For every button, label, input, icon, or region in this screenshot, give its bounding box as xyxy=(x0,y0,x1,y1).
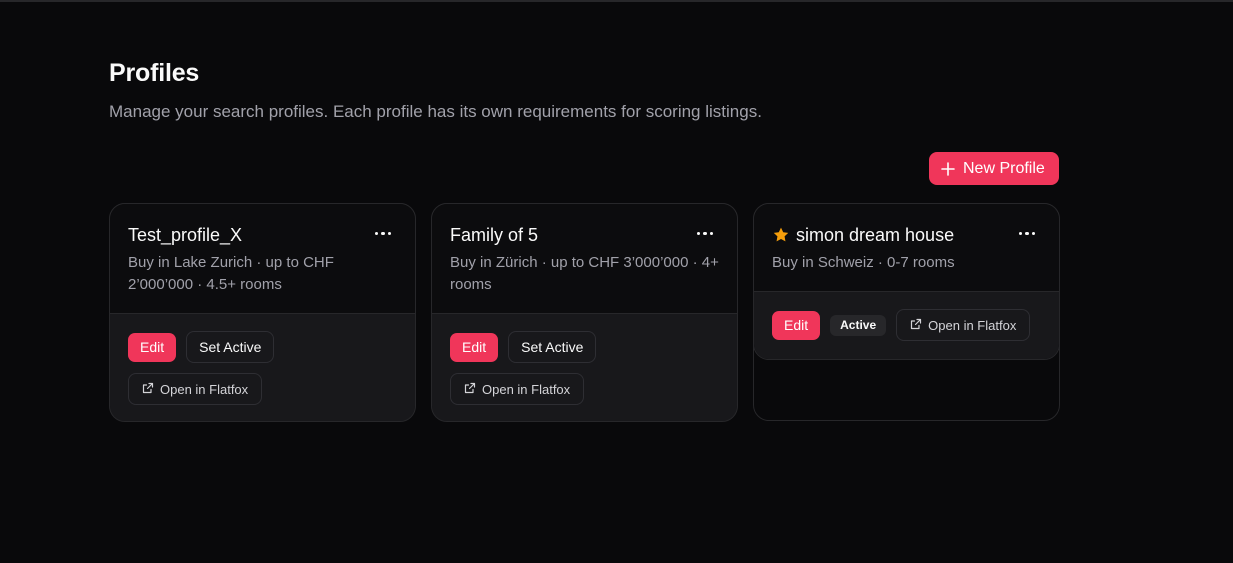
external-link-icon xyxy=(464,382,476,397)
profile-summary: Buy in Schweiz · 0-7 rooms xyxy=(772,254,955,271)
plus-icon xyxy=(941,161,955,176)
open-in-flatfox-button[interactable]: Open in Flatfox xyxy=(128,373,263,405)
page-subtitle: Manage your search profiles. Each profil… xyxy=(109,102,762,121)
profile-summary: Buy in Zürich · up to CHF 3’000’000 · 4+… xyxy=(450,254,719,293)
star-icon xyxy=(772,226,790,244)
profile-card-active: simon dream house Buy in Schweiz · 0-7 r… xyxy=(753,203,1060,421)
profile-name: simon dream house xyxy=(772,224,1041,246)
profile-card: Family of 5 Buy in Zürich · up to CHF 3’… xyxy=(431,203,738,422)
profile-card-header: Family of 5 Buy in Zürich · up to CHF 3’… xyxy=(432,204,737,313)
profile-name: Family of 5 xyxy=(450,224,719,246)
page-title: Profiles xyxy=(109,59,200,87)
profile-summary: Buy in Lake Zurich · up to CHF 2’000’000… xyxy=(128,254,334,293)
toolbar: New Profile xyxy=(929,152,1059,185)
profile-name-text: simon dream house xyxy=(796,225,955,245)
profile-name: Test_profile_X xyxy=(128,224,397,246)
profile-card-actions: Edit Set Active Open in Flatfox xyxy=(432,313,737,421)
top-border xyxy=(0,0,1233,2)
set-active-button[interactable]: Set Active xyxy=(186,331,275,363)
more-horizontal-icon[interactable] xyxy=(1018,232,1035,236)
edit-button[interactable]: Edit xyxy=(128,332,177,362)
profile-card-body: simon dream house Buy in Schweiz · 0-7 r… xyxy=(753,203,1060,360)
open-in-flatfox-button[interactable]: Open in Flatfox xyxy=(896,309,1031,341)
more-horizontal-icon[interactable] xyxy=(374,232,391,236)
profile-card-actions: Edit Active Open in Flatfox xyxy=(754,291,1059,359)
more-horizontal-icon[interactable] xyxy=(696,232,713,236)
set-active-button[interactable]: Set Active xyxy=(508,331,597,363)
profile-card-header: simon dream house Buy in Schweiz · 0-7 r… xyxy=(754,204,1059,291)
new-profile-button[interactable]: New Profile xyxy=(929,152,1059,185)
profile-card-header: Test_profile_X Buy in Lake Zurich · up t… xyxy=(110,204,415,313)
open-in-flatfox-button[interactable]: Open in Flatfox xyxy=(450,373,585,405)
edit-button[interactable]: Edit xyxy=(450,332,499,362)
profile-name-text: Family of 5 xyxy=(450,225,539,245)
active-badge: Active xyxy=(830,314,887,336)
profile-card-actions: Edit Set Active Open in Flatfox xyxy=(110,313,415,421)
profile-name-text: Test_profile_X xyxy=(128,225,243,245)
open-in-flatfox-label: Open in Flatfox xyxy=(928,317,1017,333)
new-profile-label: New Profile xyxy=(963,159,1045,177)
edit-button[interactable]: Edit xyxy=(772,310,821,340)
profile-card: Test_profile_X Buy in Lake Zurich · up t… xyxy=(109,203,416,422)
profile-card-body: Test_profile_X Buy in Lake Zurich · up t… xyxy=(109,203,416,422)
profiles-page: Profiles Manage your search profiles. Ea… xyxy=(109,58,1060,422)
external-link-icon xyxy=(910,318,922,333)
open-in-flatfox-label: Open in Flatfox xyxy=(482,381,571,397)
external-link-icon xyxy=(142,382,154,397)
profile-card-body: Family of 5 Buy in Zürich · up to CHF 3’… xyxy=(431,203,738,422)
open-in-flatfox-label: Open in Flatfox xyxy=(160,381,249,397)
